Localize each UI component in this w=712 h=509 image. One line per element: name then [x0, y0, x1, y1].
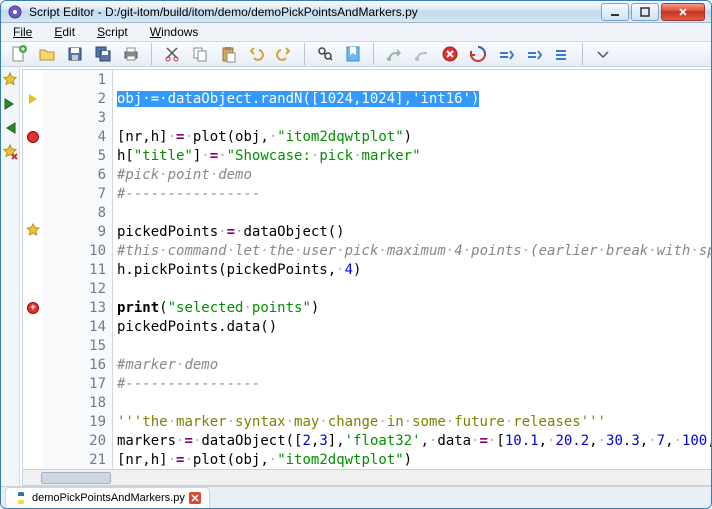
step-into-button[interactable]	[522, 42, 546, 66]
file-tab[interactable]: demoPickPointsAndMarkers.py	[5, 487, 210, 508]
app-window: Script Editor - D:/git-itom/build/itom/d…	[0, 0, 712, 509]
tab-label: demoPickPointsAndMarkers.py	[32, 492, 185, 504]
save-button[interactable]	[63, 42, 87, 66]
code-area[interactable]: 123456789101112131415161718192021 obj·=·…	[23, 70, 712, 469]
open-file-button[interactable]	[35, 42, 59, 66]
menu-windows[interactable]: Windows	[144, 23, 205, 41]
menu-file[interactable]: File	[7, 23, 38, 41]
redo-button[interactable]	[272, 42, 296, 66]
continue-button[interactable]	[466, 42, 490, 66]
window-title: Script Editor - D:/git-itom/build/itom/d…	[29, 5, 601, 19]
menubar: File Edit Script Windows	[1, 23, 711, 42]
save-all-button[interactable]	[91, 42, 115, 66]
editor: 123456789101112131415161718192021 obj·=·…	[22, 69, 712, 486]
stop-button[interactable]	[438, 42, 462, 66]
bookmark-button[interactable]	[341, 42, 365, 66]
toolbar-overflow-button[interactable]	[591, 42, 615, 66]
horizontal-scrollbar[interactable]	[23, 469, 712, 485]
paste-button[interactable]	[216, 42, 240, 66]
code-content[interactable]: obj·=·dataObject.randN([1024,1024],'int1…	[113, 70, 712, 469]
titlebar: Script Editor - D:/git-itom/build/itom/d…	[1, 1, 711, 23]
workarea: 123456789101112131415161718192021 obj·=·…	[1, 67, 711, 486]
tab-close-button[interactable]	[189, 492, 201, 504]
copy-button[interactable]	[188, 42, 212, 66]
undo-button[interactable]	[244, 42, 268, 66]
nav-prev-icon[interactable]	[1, 119, 19, 137]
run-button[interactable]	[382, 42, 406, 66]
toolbar	[1, 42, 711, 67]
minimize-button[interactable]	[601, 3, 629, 21]
app-icon	[7, 4, 23, 20]
nav-next-icon[interactable]	[1, 95, 19, 113]
line-gutter: 123456789101112131415161718192021	[43, 70, 113, 469]
new-file-button[interactable]	[7, 42, 31, 66]
find-button[interactable]	[313, 42, 337, 66]
maximize-button[interactable]	[631, 3, 659, 21]
print-button[interactable]	[119, 42, 143, 66]
menu-script[interactable]: Script	[91, 23, 134, 41]
tabbar: demoPickPointsAndMarkers.py	[1, 486, 711, 508]
step-out-button[interactable]	[550, 42, 574, 66]
sidebar	[1, 67, 20, 486]
menu-edit[interactable]: Edit	[48, 23, 81, 41]
close-button[interactable]	[661, 3, 705, 21]
bookmark-clear-icon[interactable]	[1, 143, 19, 161]
cut-button[interactable]	[160, 42, 184, 66]
bookmark-add-icon[interactable]	[1, 71, 19, 89]
run-selection-button[interactable]	[410, 42, 434, 66]
python-file-icon	[14, 491, 28, 505]
step-over-button[interactable]	[494, 42, 518, 66]
